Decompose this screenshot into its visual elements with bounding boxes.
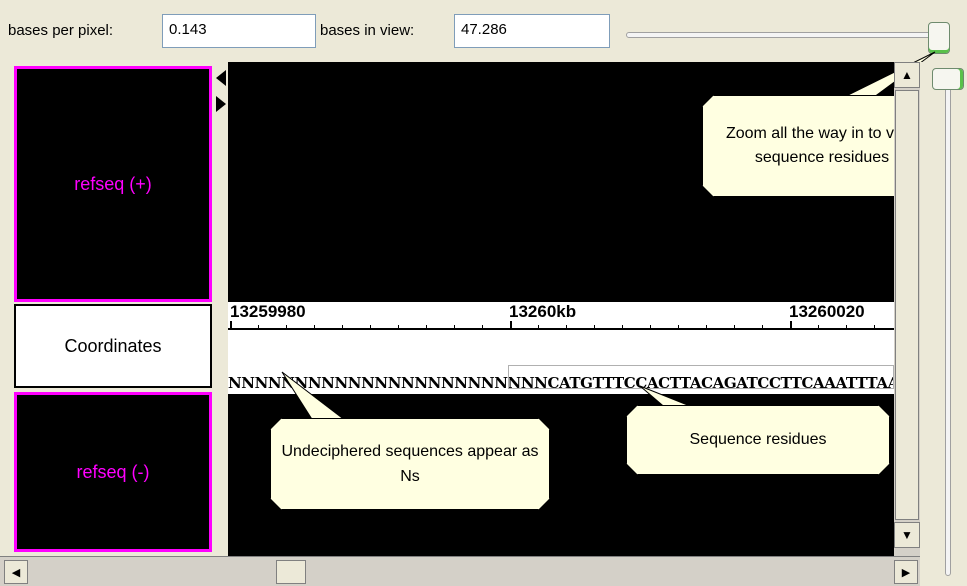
vertical-scrollbar[interactable]: ▲ ▼ xyxy=(894,62,920,556)
vertical-zoom-track[interactable] xyxy=(945,78,951,576)
coordinate-ruler: 13259980 13260kb 13260020 xyxy=(228,302,894,334)
ruler-tick-mark xyxy=(370,325,371,330)
scroll-down-icon[interactable]: ▼ xyxy=(894,522,920,548)
track-label-refseq-plus[interactable]: refseq (+) xyxy=(14,66,212,302)
scroll-up-icon[interactable]: ▲ xyxy=(894,62,920,88)
vertical-zoom-area xyxy=(920,62,967,586)
ruler-tick-mark xyxy=(230,321,232,330)
bases-in-view-input[interactable]: 47.286 xyxy=(454,14,610,48)
ruler-tick-mark xyxy=(258,325,259,330)
ruler-line xyxy=(228,328,894,330)
ruler-tick-mark xyxy=(566,325,567,330)
ruler-tick-mark xyxy=(398,325,399,330)
undeciphered-callout: Undeciphered sequences appear as Ns xyxy=(270,418,550,510)
zoom-slider-track[interactable] xyxy=(626,32,940,38)
ruler-tick-mark xyxy=(762,325,763,330)
ruler-tick-mark xyxy=(286,325,287,330)
genome-browser: bases per pixel: 0.143 bases in view: 47… xyxy=(0,0,967,586)
ruler-tick-mark xyxy=(426,325,427,330)
track-label-coordinates[interactable]: Coordinates xyxy=(14,304,212,388)
ruler-tick-mark xyxy=(734,325,735,330)
ruler-tick-mark xyxy=(818,325,819,330)
ruler-tick-mark xyxy=(678,325,679,330)
ruler-tick-mark xyxy=(510,321,512,330)
horizontal-scrollbar[interactable]: ◀ ▶ xyxy=(0,556,920,586)
ruler-tick-label: 13259980 xyxy=(230,302,306,321)
ruler-tick-mark xyxy=(342,325,343,330)
collapse-arrow-icon[interactable] xyxy=(216,70,226,86)
ruler-tick-mark xyxy=(650,325,651,330)
ruler-tick-mark xyxy=(846,325,847,330)
bases-per-pixel-input[interactable]: 0.143 xyxy=(162,14,316,48)
scroll-left-icon[interactable]: ◀ xyxy=(4,560,28,584)
ruler-tick-mark xyxy=(482,325,483,330)
vertical-scroll-thumb[interactable] xyxy=(895,90,919,520)
bases-in-view-label: bases in view: xyxy=(320,22,415,39)
ruler-tick-mark xyxy=(538,325,539,330)
scroll-right-icon[interactable]: ▶ xyxy=(894,560,918,584)
bases-per-pixel-label: bases per pixel: xyxy=(8,22,114,39)
ruler-tick-mark xyxy=(706,325,707,330)
ruler-tick-mark xyxy=(314,325,315,330)
sequence-highlight-box xyxy=(508,365,894,389)
zoom-slider-thumb[interactable] xyxy=(928,22,950,54)
vertical-zoom-thumb[interactable] xyxy=(932,68,964,90)
expand-arrow-icon[interactable] xyxy=(216,96,226,112)
ruler-tick-mark xyxy=(622,325,623,330)
horizontal-scroll-thumb[interactable] xyxy=(276,560,306,584)
ruler-tick-mark xyxy=(874,325,875,330)
residues-callout: Sequence residues xyxy=(626,405,890,475)
ruler-tick-mark xyxy=(790,321,792,330)
ruler-tick-label: 13260kb xyxy=(509,302,577,321)
ruler-tick-label: 13260020 xyxy=(789,302,865,321)
track-label-refseq-minus[interactable]: refseq (-) xyxy=(14,392,212,552)
ruler-tick-mark xyxy=(454,325,455,330)
toolbar: bases per pixel: 0.143 bases in view: 47… xyxy=(0,0,967,62)
ruler-tick-mark xyxy=(594,325,595,330)
